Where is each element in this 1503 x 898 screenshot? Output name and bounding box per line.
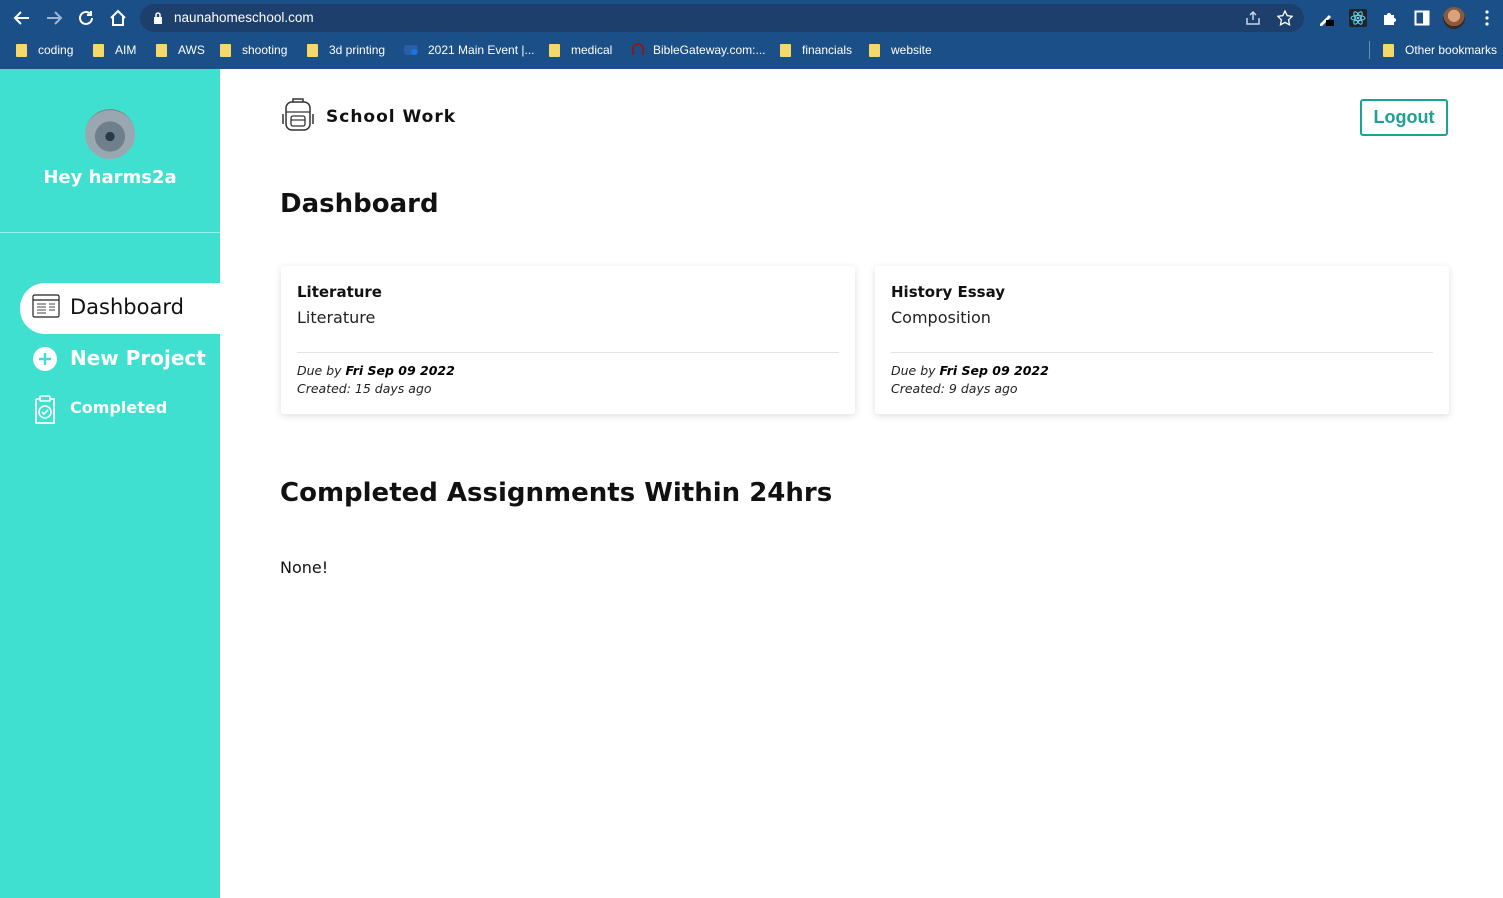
share-icon[interactable] — [1245, 10, 1261, 26]
browser-chrome: naunahomeschool.com coding AIM AWS shoot… — [0, 0, 1503, 69]
clipboard-check-icon[interactable] — [33, 394, 57, 424]
card-subject: Composition — [891, 308, 991, 327]
assignment-card[interactable]: History Essay Composition Due by Fri Sep… — [875, 266, 1449, 414]
dashboard-icon — [32, 294, 60, 318]
profile-avatar[interactable] — [1443, 7, 1465, 29]
card-created: Created: 15 days ago — [297, 381, 432, 396]
react-devtools-icon[interactable] — [1347, 7, 1369, 29]
folder-icon — [869, 43, 880, 57]
page-title: Dashboard — [280, 189, 439, 219]
bookmarks-bar: coding AIM AWS shooting 3d printing 2021… — [0, 36, 1503, 64]
sidebar-item-label[interactable]: Dashboard — [70, 295, 184, 319]
due-date: Fri Sep 09 2022 — [345, 363, 455, 378]
sidebar: Hey harms2a Dashboard New Project Comple… — [0, 69, 220, 898]
folder-icon — [93, 43, 104, 57]
side-panel-icon[interactable] — [1411, 7, 1433, 29]
bookmark-item[interactable]: AIM — [93, 42, 136, 58]
home-button[interactable] — [106, 6, 130, 30]
bookmark-item[interactable]: AWS — [156, 42, 205, 58]
folder-icon — [549, 43, 560, 57]
card-divider — [891, 352, 1433, 353]
completed-section-title: Completed Assignments Within 24hrs — [280, 478, 833, 508]
home-icon — [110, 9, 126, 26]
bookmark-item[interactable]: financials — [780, 42, 852, 58]
bookmark-item[interactable]: coding — [16, 42, 73, 58]
sidebar-divider — [0, 232, 220, 233]
empty-state-text: None! — [280, 558, 329, 577]
url-text: naunahomeschool.com — [174, 10, 314, 25]
assignment-card[interactable]: Literature Literature Due by Fri Sep 09 … — [281, 266, 855, 414]
bookmark-item[interactable]: 3d printing — [307, 42, 385, 58]
arrow-right-icon — [47, 11, 63, 25]
sidebar-item-new-project[interactable]: New Project — [70, 346, 206, 370]
bookmark-item[interactable]: BibleGateway.com:... — [631, 42, 766, 58]
folder-icon — [780, 43, 791, 57]
avatar — [85, 109, 135, 159]
card-title: History Essay — [891, 283, 1006, 301]
card-divider — [297, 352, 839, 353]
bookmark-item[interactable]: medical — [549, 42, 612, 58]
site-icon — [632, 43, 644, 55]
folder-icon — [307, 43, 318, 57]
folder-icon — [1383, 43, 1394, 57]
card-subject: Literature — [297, 308, 376, 327]
arrow-left-icon — [13, 11, 29, 25]
sidebar-item-completed[interactable]: Completed — [70, 398, 167, 417]
kebab-menu-icon[interactable] — [1476, 7, 1498, 29]
logout-button[interactable]: Logout — [1360, 99, 1448, 136]
folder-icon — [220, 43, 231, 57]
browser-toolbar: naunahomeschool.com — [0, 0, 1503, 36]
lock-icon — [154, 12, 162, 24]
main-content: School Work Logout Dashboard Literature … — [220, 69, 1503, 898]
bookmark-item[interactable]: shooting — [220, 42, 287, 58]
reload-button[interactable] — [74, 6, 98, 30]
puzzle-icon[interactable] — [1379, 7, 1401, 29]
bookmarks-divider — [1369, 41, 1370, 59]
due-date: Fri Sep 09 2022 — [939, 363, 1049, 378]
other-bookmarks[interactable]: Other bookmarks — [1383, 42, 1497, 58]
card-created: Created: 9 days ago — [891, 381, 1018, 396]
card-title: Literature — [297, 283, 382, 301]
star-icon[interactable] — [1277, 10, 1293, 26]
greeting: Hey harms2a — [43, 167, 177, 188]
bookmark-item[interactable]: 2021 Main Event |... — [404, 42, 535, 58]
folder-icon — [156, 43, 167, 57]
plus-circle-icon[interactable] — [33, 347, 57, 371]
bookmark-item[interactable]: website — [869, 42, 932, 58]
card-due: Due by Fri Sep 09 2022 — [891, 363, 1049, 378]
reload-icon — [79, 10, 93, 25]
brand-title[interactable]: School Work — [326, 107, 456, 127]
back-button[interactable] — [10, 6, 34, 30]
site-icon — [404, 45, 418, 55]
card-due: Due by Fri Sep 09 2022 — [297, 363, 455, 378]
folder-icon — [16, 43, 27, 57]
backpack-icon — [282, 98, 314, 131]
pen-extension-icon[interactable] — [1315, 7, 1337, 29]
forward-button[interactable] — [42, 6, 66, 30]
address-bar[interactable]: naunahomeschool.com — [140, 4, 1304, 32]
